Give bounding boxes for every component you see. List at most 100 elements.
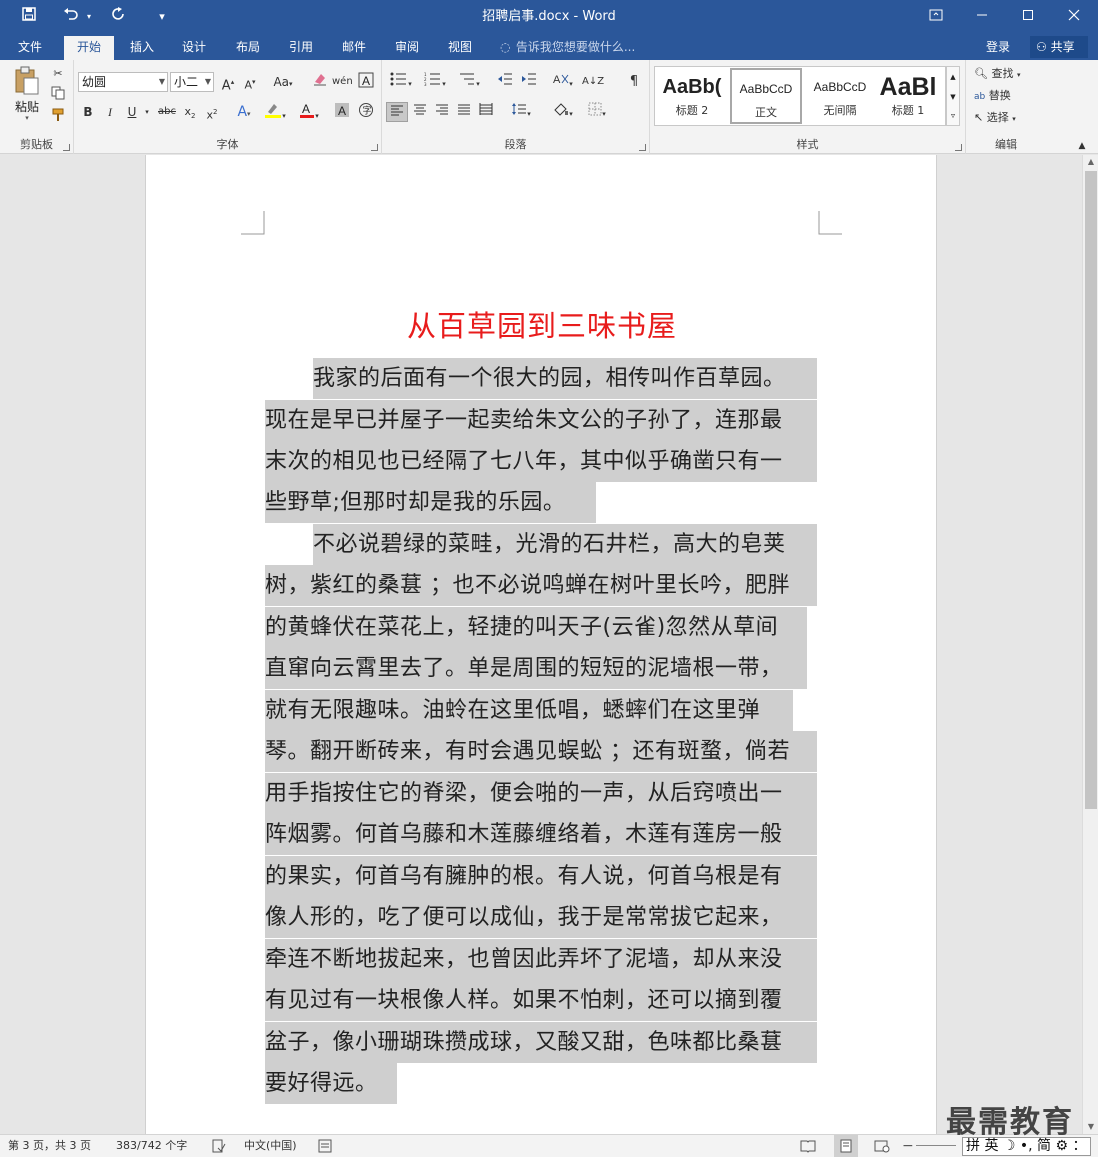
text-line-15[interactable]: 牵连不断地拔起来，也曾因此弄坏了泥墙，却从来没	[265, 939, 817, 980]
paste-button[interactable]: 粘贴 ▾	[8, 66, 46, 126]
undo-icon[interactable]	[60, 0, 82, 34]
login-link[interactable]: 登录	[986, 34, 1010, 60]
line-spacing-icon[interactable]: ▾	[506, 102, 536, 122]
multilevel-list-icon[interactable]: ▾	[454, 72, 484, 92]
undo-dropdown-icon[interactable]: ▾	[84, 0, 94, 34]
highlight-color-icon[interactable]: ▾	[260, 102, 290, 122]
zoom-slider[interactable]	[916, 1145, 956, 1146]
paste-dropdown-icon[interactable]: ▾	[8, 114, 46, 122]
scrollbar-thumb[interactable]	[1085, 171, 1097, 809]
ime-toolbar[interactable]: 拼 英 ☽ •, 简 ⚙ ：	[962, 1137, 1091, 1156]
share-button[interactable]: ⚇ 共享	[1030, 36, 1088, 58]
underline-icon[interactable]: U	[122, 102, 142, 122]
text-line-13[interactable]: 的果实，何首乌有臃肿的根。有人说，何首乌根是有	[265, 856, 817, 897]
style-normal[interactable]: AaBbCcD 正文	[730, 68, 802, 124]
tab-review[interactable]: 审阅	[383, 34, 431, 60]
scroll-down-icon[interactable]: ▼	[1083, 1120, 1098, 1134]
tab-view[interactable]: 视图	[436, 34, 484, 60]
italic-icon[interactable]: I	[100, 102, 120, 122]
page-count[interactable]: 第 3 页，共 3 页	[8, 1135, 91, 1157]
sort-icon[interactable]: A↓Z	[582, 72, 604, 92]
underline-dropdown-icon[interactable]: ▾	[142, 102, 152, 122]
grow-font-icon[interactable]: A▴	[218, 72, 238, 93]
font-name-dropdown-icon[interactable]: ▼	[159, 73, 165, 91]
select-button[interactable]: ↖ 选择 ▾	[974, 108, 1040, 128]
text-line-3[interactable]: 末次的相见也已经隔了七八年，其中似乎确凿只有一	[265, 441, 817, 482]
find-button[interactable]: 🔍︎ 查找 ▾	[974, 64, 1040, 84]
print-layout-icon[interactable]	[834, 1135, 858, 1157]
styles-up-icon[interactable]: ▲	[947, 67, 959, 87]
subscript-icon[interactable]: x2	[180, 102, 200, 122]
tab-home[interactable]: 开始	[64, 36, 114, 60]
maximize-icon[interactable]	[1006, 0, 1050, 34]
text-line-12[interactable]: 阵烟雾。何首乌藤和木莲藤缠络着，木莲有莲房一般	[265, 814, 817, 855]
text-line-17[interactable]: 盆子，像小珊瑚珠攒成球，又酸又甜，色味都比桑葚	[265, 1022, 817, 1063]
text-line-18[interactable]: 要好得远。	[265, 1063, 397, 1104]
style-no-spacing[interactable]: AaBbCcD 无间隔	[804, 68, 876, 124]
minimize-icon[interactable]	[960, 0, 1004, 34]
font-launcher-icon[interactable]	[371, 144, 378, 151]
text-line-7[interactable]: 的黄蜂伏在菜花上，轻捷的叫天子(云雀)忽然从草间	[265, 607, 807, 648]
text-line-1[interactable]: 我家的后面有一个很大的园，相传叫作百草园。	[313, 358, 817, 399]
close-icon[interactable]	[1052, 0, 1096, 34]
clipboard-launcher-icon[interactable]	[63, 144, 70, 151]
proofing-icon[interactable]	[212, 1135, 226, 1157]
shrink-font-icon[interactable]: A▾	[240, 72, 260, 92]
align-center-icon[interactable]	[410, 102, 430, 122]
style-heading-2[interactable]: AaBb( 标题 2	[656, 68, 728, 124]
font-name-combo[interactable]: 幼圆 ▼	[78, 72, 168, 92]
text-effects-icon[interactable]: A▾	[232, 102, 256, 122]
language-indicator[interactable]: 中文(中国)	[244, 1135, 297, 1157]
decrease-indent-icon[interactable]	[494, 72, 516, 92]
styles-down-icon[interactable]: ▼	[947, 87, 959, 107]
text-line-9[interactable]: 就有无限趣味。油蛉在这里低唱，蟋蟀们在这里弹	[265, 690, 793, 731]
zoom-out-icon[interactable]: −	[902, 1135, 914, 1157]
bullets-icon[interactable]: ▾	[386, 72, 416, 92]
bold-icon[interactable]: B	[78, 102, 98, 122]
numbering-icon[interactable]: 1 2 3 ▾	[420, 72, 450, 92]
character-shading-icon[interactable]: A	[332, 102, 352, 122]
styles-more-icon[interactable]: ▿	[947, 107, 959, 125]
read-mode-icon[interactable]	[800, 1135, 816, 1157]
save-icon[interactable]	[18, 0, 40, 34]
change-case-button[interactable]: Aa▾	[268, 72, 298, 92]
align-right-icon[interactable]	[432, 102, 452, 122]
redo-icon[interactable]	[108, 0, 130, 34]
style-heading-1[interactable]: AaBl 标题 1	[872, 68, 944, 124]
phonetic-guide-icon[interactable]: wén	[332, 72, 353, 92]
text-line-5[interactable]: 不必说碧绿的菜畦，光滑的石井栏，高大的皂荚	[313, 524, 817, 565]
document-heading[interactable]: 从百草园到三味书屋	[146, 303, 938, 345]
tab-file[interactable]: 文件	[6, 34, 54, 60]
document-workspace[interactable]: 从百草园到三味书屋 我家的后面有一个很大的园，相传叫作百草园。 现在是早已并屋子…	[0, 155, 1082, 1134]
enclose-characters-icon[interactable]: 字	[356, 102, 376, 122]
clear-formatting-icon[interactable]	[310, 72, 330, 92]
font-color-icon[interactable]: A ▾	[294, 102, 324, 122]
font-size-combo[interactable]: 小二 ▼	[170, 72, 214, 92]
text-line-6[interactable]: 树，紫红的桑葚 ；也不必说鸣蝉在树叶里长吟，肥胖	[265, 565, 817, 606]
vertical-scrollbar[interactable]: ▲ ▼	[1082, 155, 1098, 1134]
document-page[interactable]: 从百草园到三味书屋 我家的后面有一个很大的园，相传叫作百草园。 现在是早已并屋子…	[145, 155, 937, 1134]
distributed-icon[interactable]	[476, 102, 496, 122]
text-line-2[interactable]: 现在是早已并屋子一起卖给朱文公的子孙了，连那最	[265, 400, 817, 441]
word-count[interactable]: 383/742 个字	[116, 1135, 187, 1157]
strikethrough-icon[interactable]: abc	[156, 102, 178, 122]
tab-references[interactable]: 引用	[277, 34, 325, 60]
customize-quick-access-icon[interactable]: ▾	[152, 0, 172, 34]
format-painter-icon[interactable]	[48, 108, 68, 128]
text-line-11[interactable]: 用手指按住它的脊梁，便会啪的一声，从后窍喷出一	[265, 773, 817, 814]
copy-icon[interactable]	[48, 86, 68, 106]
text-line-8[interactable]: 直窜向云霄里去了。单是周围的短短的泥墙根一带，	[265, 648, 807, 689]
justify-icon[interactable]	[454, 102, 474, 122]
shading-icon[interactable]: ▾	[548, 102, 578, 122]
chinese-layout-icon[interactable]: A ▾	[548, 72, 578, 92]
tab-layout[interactable]: 布局	[224, 34, 272, 60]
increase-indent-icon[interactable]	[518, 72, 540, 92]
tab-insert[interactable]: 插入	[118, 34, 166, 60]
styles-launcher-icon[interactable]	[955, 144, 962, 151]
tell-me-search[interactable]: ◌ 告诉我您想要做什么...	[500, 34, 635, 60]
macro-record-icon[interactable]	[318, 1135, 332, 1157]
scroll-up-icon[interactable]: ▲	[1083, 155, 1098, 169]
web-layout-icon[interactable]	[874, 1135, 890, 1157]
text-line-14[interactable]: 像人形的，吃了便可以成仙，我于是常常拔它起来，	[265, 897, 817, 938]
collapse-ribbon-icon[interactable]: ▲	[1074, 136, 1090, 156]
